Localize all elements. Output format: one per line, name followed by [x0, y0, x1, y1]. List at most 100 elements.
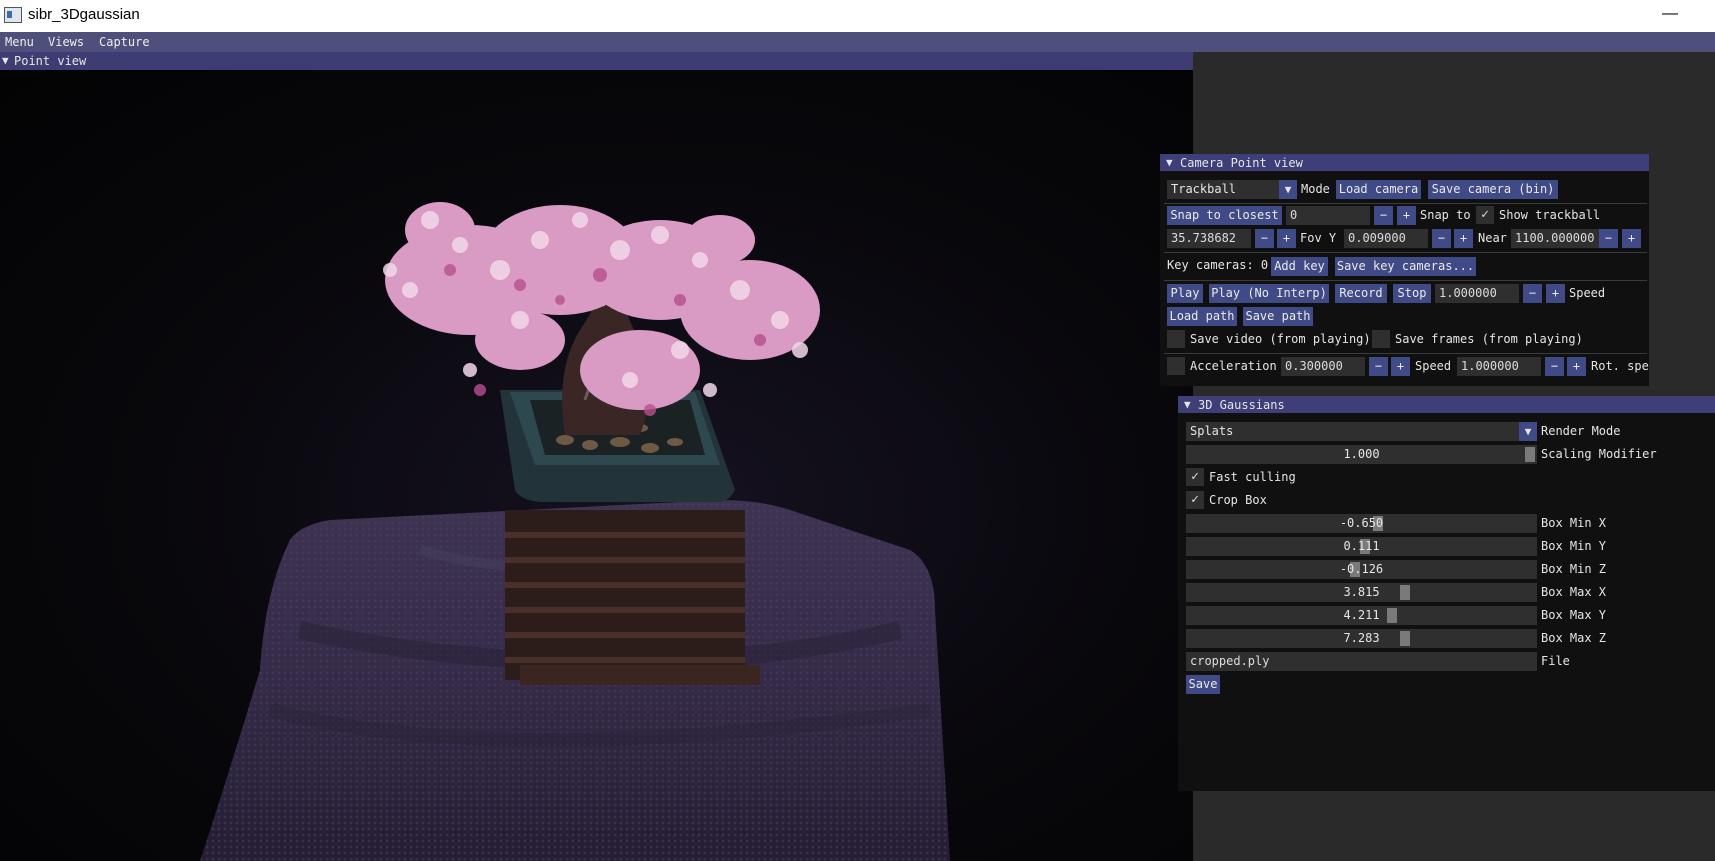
- load-camera-button[interactable]: Load camera: [1336, 180, 1421, 199]
- save-frames-checkbox[interactable]: [1372, 330, 1390, 348]
- far-increment-button[interactable]: +: [1622, 229, 1641, 248]
- acceleration-increment-button[interactable]: +: [1391, 357, 1410, 376]
- near-increment-button[interactable]: +: [1454, 229, 1473, 248]
- crop-box-label: Crop Box: [1209, 493, 1267, 507]
- file-label: File: [1541, 654, 1570, 668]
- acceleration-input[interactable]: 0.300000: [1281, 357, 1365, 376]
- mode-label: Mode: [1301, 182, 1330, 196]
- scene-render: [200, 202, 950, 861]
- fast-culling-label: Fast culling: [1209, 470, 1296, 484]
- point-view-header[interactable]: ▼ Point view: [0, 52, 1193, 70]
- separator: [1164, 203, 1647, 204]
- snap-to-label: Snap to: [1420, 208, 1471, 222]
- snap-index-input[interactable]: 0: [1286, 206, 1370, 225]
- box-max-x-slider[interactable]: 3.815: [1186, 583, 1537, 602]
- play-button[interactable]: Play: [1167, 284, 1203, 303]
- render-mode-label: Render Mode: [1541, 424, 1621, 438]
- speed2-increment-button[interactable]: +: [1567, 357, 1586, 376]
- speed-label: Speed: [1569, 286, 1606, 300]
- menu-item-views[interactable]: Views: [48, 35, 84, 49]
- save-path-button[interactable]: Save path: [1243, 307, 1313, 326]
- acceleration-label: Acceleration: [1190, 359, 1277, 373]
- camera-mode-dropdown[interactable]: Trackball ▼: [1167, 180, 1297, 199]
- save-video-label: Save video (from playing): [1190, 332, 1371, 346]
- fovy-decrement-button[interactable]: −: [1255, 229, 1274, 248]
- render-viewport[interactable]: [0, 70, 1193, 861]
- slider-value: 4.211: [1343, 608, 1380, 622]
- save-video-checkbox[interactable]: [1167, 330, 1185, 348]
- slider-label: Box Min X: [1541, 516, 1607, 530]
- fovy-increment-button[interactable]: +: [1277, 229, 1296, 248]
- load-path-button[interactable]: Load path: [1167, 307, 1237, 326]
- scaling-modifier-slider[interactable]: 1.000: [1186, 445, 1537, 464]
- play-speed-input[interactable]: 1.000000: [1435, 284, 1519, 303]
- app-icon: [4, 7, 22, 23]
- speed2-decrement-button[interactable]: −: [1545, 357, 1564, 376]
- near-input[interactable]: 0.009000: [1344, 229, 1428, 248]
- file-input[interactable]: cropped.ply: [1186, 652, 1537, 671]
- collapse-arrow-icon[interactable]: ▼: [1184, 398, 1191, 411]
- separator: [1164, 353, 1647, 354]
- box-min-x-slider[interactable]: -0.650: [1186, 514, 1537, 533]
- separator: [1164, 280, 1647, 281]
- save-key-cameras-button[interactable]: Save key cameras...: [1335, 257, 1476, 276]
- snap-decrement-button[interactable]: −: [1374, 206, 1393, 225]
- speed2-input[interactable]: 1.000000: [1457, 357, 1541, 376]
- save-frames-label: Save frames (from playing): [1395, 332, 1583, 346]
- crop-box-checkbox[interactable]: ✓: [1186, 491, 1204, 509]
- collapse-arrow-icon[interactable]: ▼: [2, 54, 9, 67]
- dropdown-arrow-icon[interactable]: ▼: [1519, 422, 1537, 441]
- record-button[interactable]: Record: [1335, 284, 1387, 303]
- snap-increment-button[interactable]: +: [1397, 206, 1416, 225]
- save-button[interactable]: Save: [1186, 675, 1220, 694]
- gaussians-panel-header[interactable]: ▼ 3D Gaussians: [1178, 396, 1715, 413]
- point-view-title: Point view: [14, 54, 87, 68]
- far-decrement-button[interactable]: −: [1599, 229, 1618, 248]
- key-cameras-label: Key cameras: 0: [1167, 258, 1269, 272]
- slider-label: Box Max Y: [1541, 608, 1607, 622]
- play-speed-increment-button[interactable]: +: [1546, 284, 1565, 303]
- box-max-y-slider[interactable]: 4.211: [1186, 606, 1537, 625]
- menu-item-menu[interactable]: Menu: [5, 35, 34, 49]
- snap-to-closest-button[interactable]: Snap to closest: [1167, 206, 1282, 225]
- slider-label: Box Min Z: [1541, 562, 1607, 576]
- slider-label: Box Max X: [1541, 585, 1607, 599]
- render-mode-value: Splats: [1190, 424, 1234, 438]
- scaling-modifier-label: Scaling Modifier: [1541, 447, 1657, 461]
- box-min-z-slider[interactable]: -0.126: [1186, 560, 1537, 579]
- far-input[interactable]: 1100.000000: [1511, 229, 1605, 248]
- play-no-interp-button[interactable]: Play (No Interp): [1209, 284, 1329, 303]
- gaussians-panel-title: 3D Gaussians: [1198, 398, 1285, 412]
- fast-culling-checkbox[interactable]: ✓: [1186, 468, 1204, 486]
- play-speed-decrement-button[interactable]: −: [1523, 284, 1542, 303]
- menu-item-capture[interactable]: Capture: [99, 35, 150, 49]
- scaling-modifier-value: 1.000: [1343, 447, 1380, 461]
- slider-label: Box Min Y: [1541, 539, 1607, 553]
- camera-mode-value: Trackball: [1171, 182, 1237, 196]
- save-camera-button[interactable]: Save camera (bin): [1428, 180, 1558, 199]
- render-mode-dropdown[interactable]: Splats ▼: [1186, 422, 1537, 441]
- collapse-arrow-icon[interactable]: ▼: [1166, 156, 1173, 169]
- window-title: sibr_3Dgaussian: [28, 6, 140, 23]
- show-trackball-checkbox[interactable]: ✓: [1476, 206, 1494, 224]
- separator: [1164, 252, 1647, 253]
- slider-value: 0.111: [1343, 539, 1380, 553]
- stop-button[interactable]: Stop: [1393, 284, 1431, 303]
- fovy-label: Fov Y: [1300, 231, 1337, 245]
- speed2-label: Speed: [1415, 359, 1452, 373]
- box-min-y-slider[interactable]: 0.111: [1186, 537, 1537, 556]
- menu-bar: Menu Views Capture: [0, 32, 1715, 52]
- minimize-button[interactable]: —: [1655, 2, 1685, 28]
- add-key-button[interactable]: Add key: [1271, 257, 1328, 276]
- box-max-z-slider[interactable]: 7.283: [1186, 629, 1537, 648]
- dropdown-arrow-icon[interactable]: ▼: [1279, 180, 1297, 199]
- fovy-input[interactable]: 35.738682: [1167, 229, 1251, 248]
- camera-panel-header[interactable]: ▼ Camera Point view: [1160, 154, 1649, 171]
- show-trackball-label: Show trackball: [1499, 208, 1601, 222]
- acceleration-decrement-button[interactable]: −: [1369, 357, 1388, 376]
- rot-speed-label: Rot. spe: [1591, 359, 1649, 373]
- acceleration-checkbox[interactable]: [1167, 357, 1185, 375]
- slider-value: 7.283: [1343, 631, 1380, 645]
- slider-value: 3.815: [1343, 585, 1380, 599]
- near-decrement-button[interactable]: −: [1432, 229, 1451, 248]
